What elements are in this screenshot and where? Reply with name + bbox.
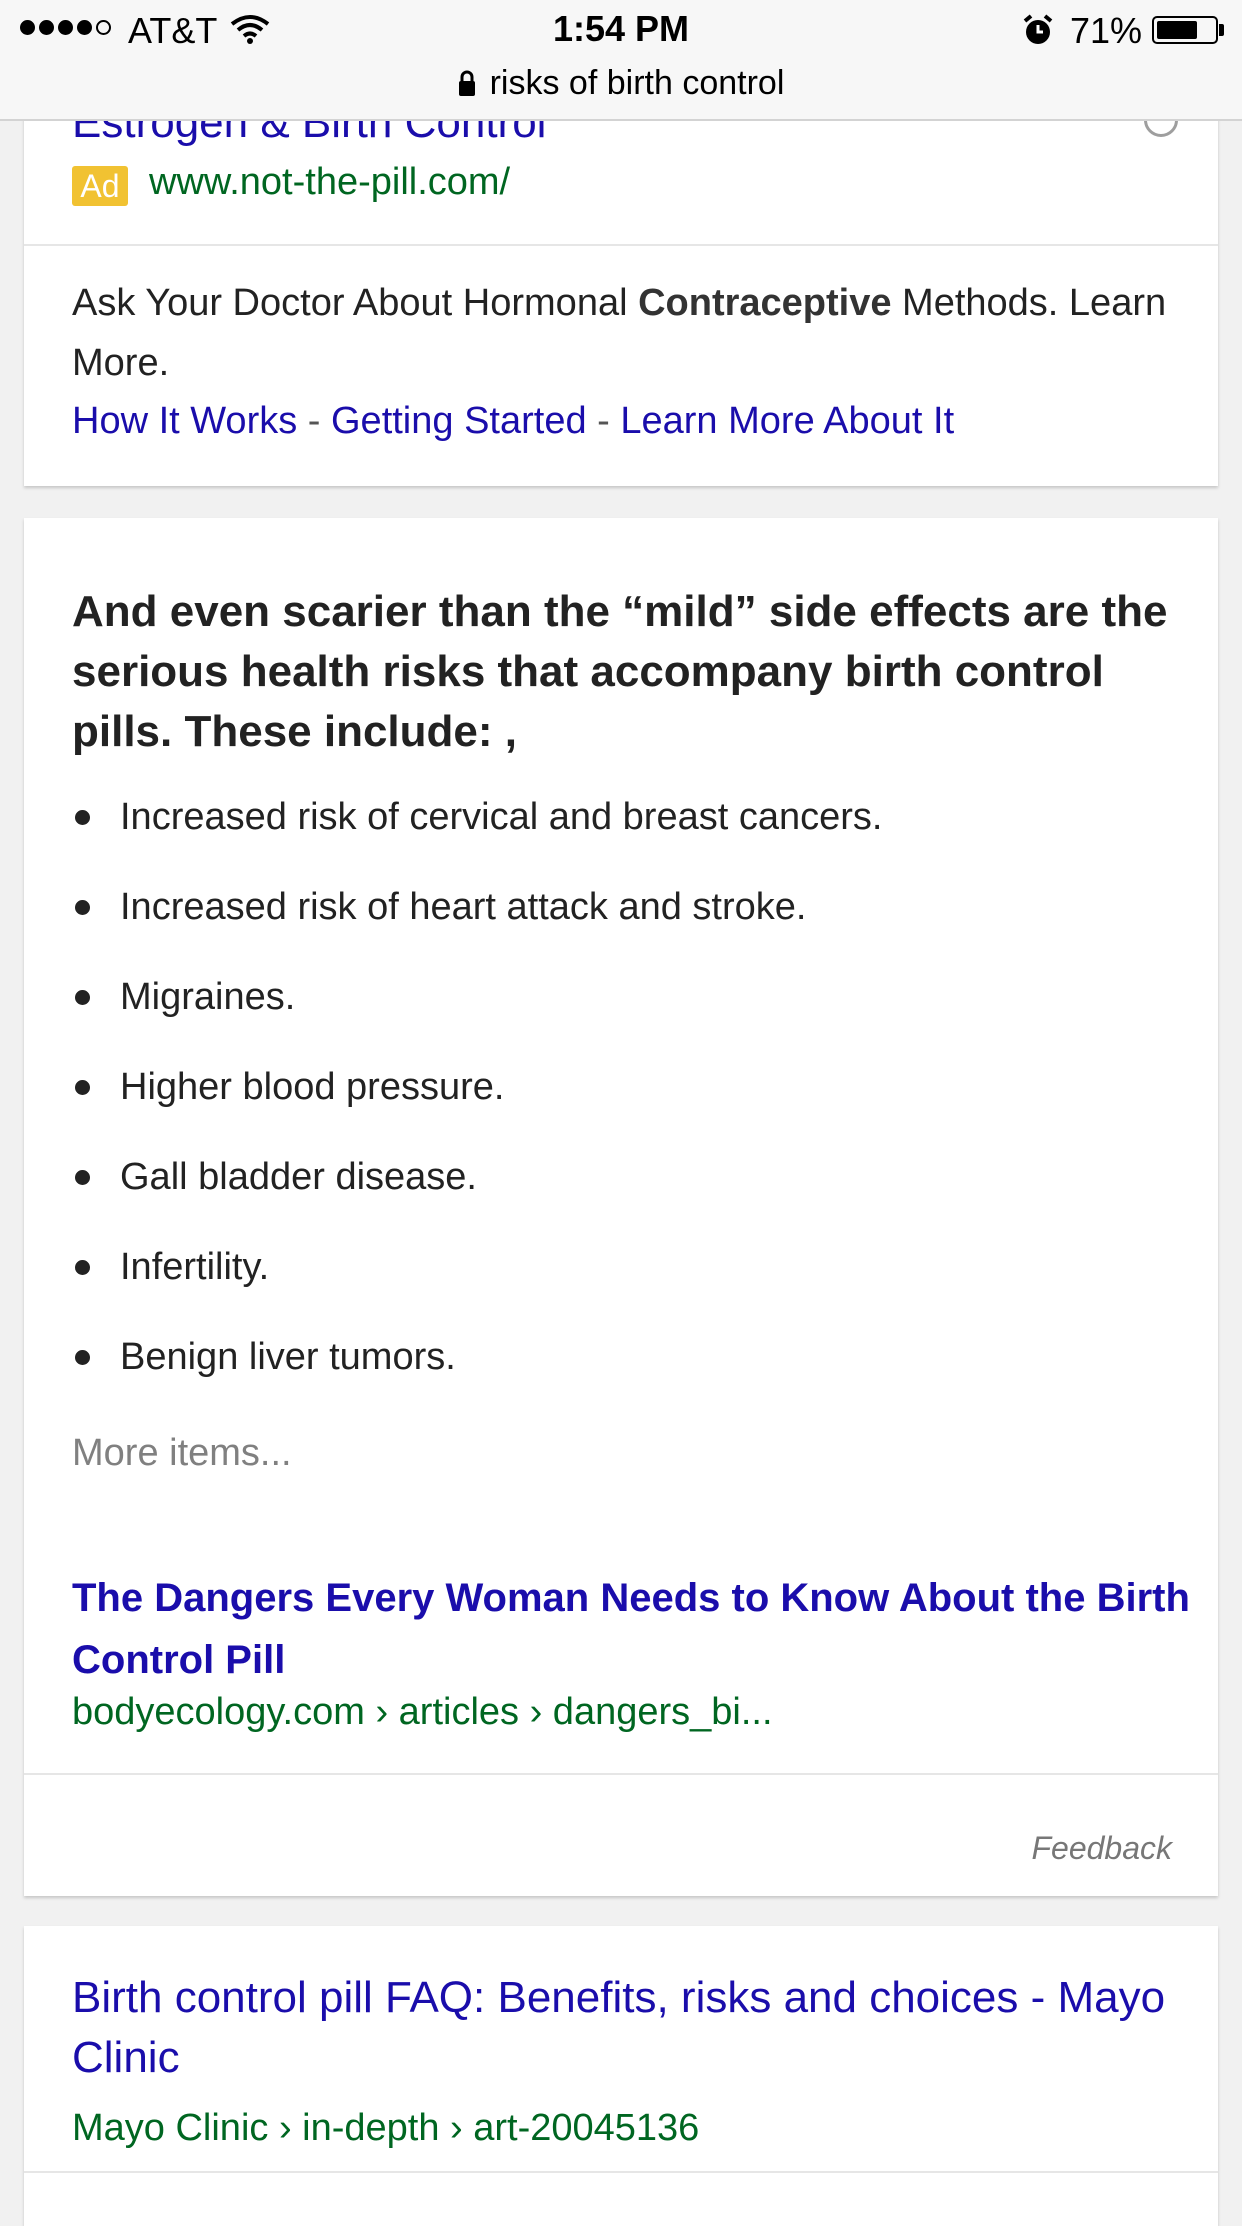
result-title-link[interactable]: Birth control pill FAQ: Benefits, risks … xyxy=(72,1968,1202,2088)
result-divider xyxy=(24,2171,1218,2173)
status-bar: AT&T 1:54 PM 71% xyxy=(0,0,1242,60)
battery-percent: 71% xyxy=(1070,10,1143,51)
battery-fill xyxy=(1157,21,1197,39)
feedback-link[interactable]: Feedback xyxy=(1031,1830,1172,1867)
ad-description-text: Ask Your Doctor About Hormonal xyxy=(72,282,639,324)
sitelink-separator: - xyxy=(297,400,331,442)
sitelink-separator: - xyxy=(586,400,621,442)
list-item-text: Increased risk of cervical and breast ca… xyxy=(120,796,883,838)
bullet-icon xyxy=(75,1080,90,1095)
ad-sitelinks: How It Works - Getting Started - Learn M… xyxy=(72,400,954,443)
list-item: Gall bladder disease. xyxy=(72,1156,882,1246)
ad-description: Ask Your Doctor About Hormonal Contracep… xyxy=(72,273,1172,393)
lock-icon xyxy=(458,70,475,96)
ad-badge: Ad xyxy=(72,166,128,206)
search-result-card: Birth control pill FAQ: Benefits, risks … xyxy=(24,1926,1218,2226)
list-item-text: Migraines. xyxy=(120,976,296,1018)
ad-divider xyxy=(24,244,1218,246)
list-item: Infertility. xyxy=(72,1246,882,1336)
snippet-heading: And even scarier than the “mild” side ef… xyxy=(72,587,1168,756)
bullet-icon xyxy=(75,810,90,825)
battery-icon xyxy=(1152,16,1218,44)
search-query: risks of birth control xyxy=(489,63,785,102)
ad-card: Estrogen & Birth Control Ad www.not-the-… xyxy=(24,60,1218,486)
ad-display-url[interactable]: www.not-the-pill.com/ xyxy=(149,161,510,204)
list-item: Higher blood pressure. xyxy=(72,1066,882,1156)
battery-tip xyxy=(1219,24,1224,36)
snippet-list: Increased risk of cervical and breast ca… xyxy=(72,796,882,1426)
sitelink-getting-started[interactable]: Getting Started xyxy=(331,400,587,442)
snippet-source-title-link[interactable]: The Dangers Every Woman Needs to Know Ab… xyxy=(72,1567,1192,1691)
bullet-icon xyxy=(75,900,90,915)
sitelink-how-it-works[interactable]: How It Works xyxy=(72,400,297,442)
list-item: Increased risk of cervical and breast ca… xyxy=(72,796,882,886)
bullet-icon xyxy=(75,1350,90,1365)
ad-description-bold: Contraceptive xyxy=(638,282,892,324)
list-item-text: Higher blood pressure. xyxy=(120,1066,505,1108)
bullet-icon xyxy=(75,1260,90,1275)
clock-time: 1:54 PM xyxy=(552,8,690,49)
list-item-text: Infertility. xyxy=(120,1246,270,1288)
list-item-text: Increased risk of heart attack and strok… xyxy=(120,886,807,928)
list-item: Increased risk of heart attack and strok… xyxy=(72,886,882,976)
sitelink-learn-more[interactable]: Learn More About It xyxy=(620,400,954,442)
snippet-divider xyxy=(24,1773,1218,1775)
result-url[interactable]: Mayo Clinic › in-depth › art-20045136 xyxy=(72,2107,699,2150)
list-item: Migraines. xyxy=(72,976,882,1066)
address-bar[interactable]: risks of birth control xyxy=(0,60,1242,106)
bullet-icon xyxy=(75,1170,90,1185)
featured-snippet-card: And even scarier than the “mild” side ef… xyxy=(24,518,1218,1896)
browser-top-bar: AT&T 1:54 PM 71% risks of birth control xyxy=(0,0,1242,121)
list-item-text: Benign liver tumors. xyxy=(120,1336,456,1378)
snippet-source-url[interactable]: bodyecology.com › articles › dangers_bi.… xyxy=(72,1691,773,1734)
bullet-icon xyxy=(75,990,90,1005)
alarm-clock-icon xyxy=(1023,14,1053,44)
more-items-link[interactable]: More items... xyxy=(72,1432,292,1475)
list-item-text: Gall bladder disease. xyxy=(120,1156,477,1198)
list-item: Benign liver tumors. xyxy=(72,1336,882,1426)
